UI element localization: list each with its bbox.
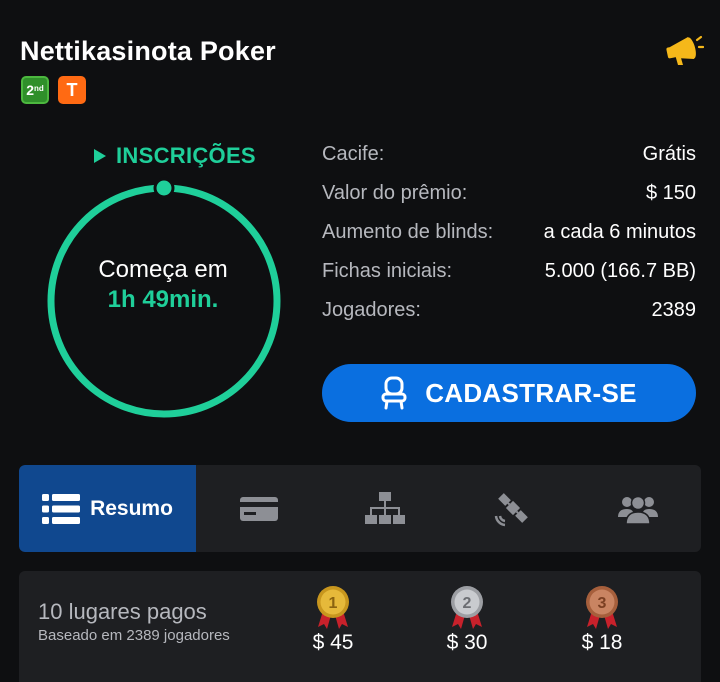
info-row-chips: Fichas iniciais: 5.000 (166.7 BB) [322, 257, 696, 296]
info-label: Fichas iniciais: [322, 260, 453, 282]
seat-icon [381, 376, 407, 410]
info-row-players: Jogadores: 2389 [322, 296, 696, 335]
silver-medal-icon: 2 [451, 586, 483, 629]
info-label: Valor do prêmio: [322, 182, 468, 204]
info-value: a cada 6 minutos [543, 221, 696, 243]
countdown: Começa em 1h 49min. [44, 256, 282, 314]
prize-amount: $ 30 [446, 631, 488, 654]
gold-medal-icon: 1 [317, 586, 349, 629]
tournament-title: Nettikasinota Poker [20, 36, 276, 66]
paid-places: 10 lugares pagos [38, 599, 207, 624]
players-icon [617, 495, 658, 525]
prize-first: 1 $ 45 [293, 585, 373, 655]
payout-summary: 10 lugares pagos Baseado em 2389 jogador… [19, 571, 701, 682]
lobby-tabs: Resumo [19, 465, 701, 552]
play-icon [94, 149, 106, 163]
prize-third: 3 $ 18 [562, 585, 642, 655]
svg-text:2: 2 [463, 595, 472, 612]
tab-structure[interactable] [322, 465, 448, 552]
info-row-buyin: Cacife: Grátis [322, 140, 696, 179]
info-value: 5.000 (166.7 BB) [544, 260, 696, 282]
tab-buyin[interactable] [196, 465, 322, 552]
tournament-badges: 2nd T [21, 76, 86, 104]
info-label: Cacife: [322, 143, 385, 165]
tournament-lobby: Nettikasinota Poker 2nd T INSCRIÇÕES Com… [0, 0, 720, 682]
info-label: Aumento de blinds: [322, 221, 494, 243]
tab-summary-label: Resumo [90, 496, 173, 520]
card-icon [240, 496, 279, 521]
info-value: $ 150 [645, 182, 696, 204]
bronze-medal-icon: 3 [586, 586, 618, 629]
prize-amount: $ 45 [312, 631, 354, 654]
svg-text:3: 3 [598, 595, 607, 612]
turbo-badge: T [58, 76, 86, 104]
registration-status-label: INSCRIÇÕES [116, 143, 256, 168]
list-icon [42, 493, 81, 524]
tab-summary[interactable]: Resumo [19, 465, 196, 552]
info-value: 2389 [651, 299, 697, 321]
satellite-icon [494, 492, 528, 526]
registration-status: INSCRIÇÕES [94, 143, 256, 169]
structure-icon [365, 491, 406, 524]
register-button-label: CADASTRAR-SE [425, 377, 637, 408]
info-row-prize: Valor do prêmio: $ 150 [322, 179, 696, 218]
prize-amount: $ 18 [581, 631, 623, 654]
payout-basis: Baseado em 2389 jogadores [38, 627, 230, 644]
tab-players[interactable] [575, 465, 701, 552]
prize-second: 2 $ 30 [427, 585, 507, 655]
tournament-info: Cacife: Grátis Valor do prêmio: $ 150 Au… [322, 140, 696, 335]
svg-text:1: 1 [329, 595, 338, 612]
starts-in-time: 1h 49min. [107, 286, 219, 313]
megaphone-icon[interactable] [664, 32, 704, 68]
starts-in-label: Começa em [98, 256, 228, 283]
info-row-blinds: Aumento de blinds: a cada 6 minutos [322, 218, 696, 257]
tab-satellite[interactable] [449, 465, 575, 552]
info-value: Grátis [642, 143, 696, 165]
register-button[interactable]: CADASTRAR-SE [322, 364, 696, 422]
second-chance-badge: 2nd [21, 76, 49, 104]
info-label: Jogadores: [322, 299, 421, 321]
